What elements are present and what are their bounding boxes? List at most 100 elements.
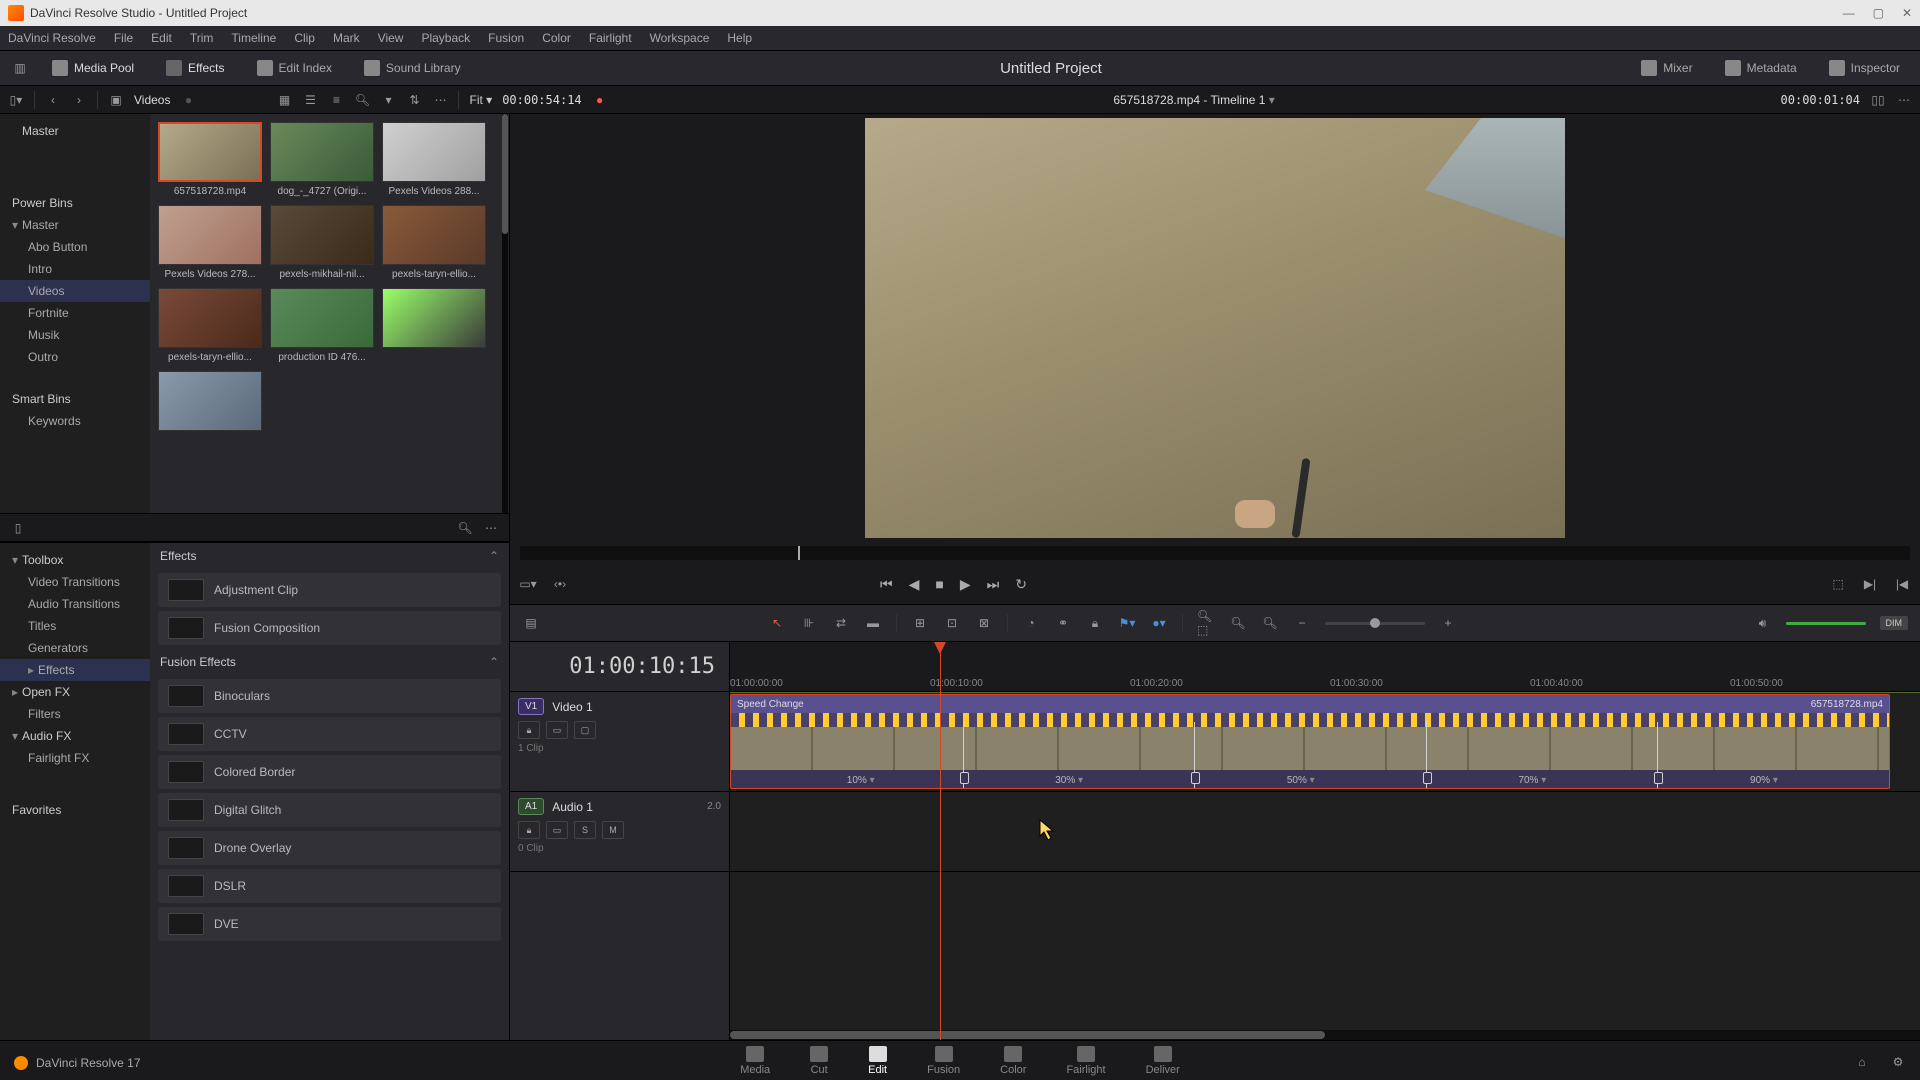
sound-library-button[interactable]: Sound Library: [356, 56, 469, 80]
go-last-icon[interactable]: |◀: [1894, 576, 1910, 592]
a1-mute[interactable]: M: [602, 821, 624, 839]
fxitem-dve[interactable]: DVE: [158, 907, 501, 941]
clip-thumb[interactable]: pexels-taryn-ellio...: [382, 205, 486, 280]
menu-clip[interactable]: Clip: [294, 31, 315, 45]
clip-thumb[interactable]: production ID 476...: [270, 288, 374, 363]
loop-button[interactable]: ↻: [1015, 576, 1027, 593]
lock-tool[interactable]: 🔒︎: [1086, 614, 1104, 632]
insert-tool[interactable]: ⊞: [911, 614, 929, 632]
fxitem-droneoverlay[interactable]: Drone Overlay: [158, 831, 501, 865]
video-frame[interactable]: [865, 118, 1565, 538]
timeline-tracks[interactable]: 01:00:00:0001:00:10:0001:00:20:0001:00:3…: [730, 642, 1920, 1040]
overwrite-tool[interactable]: ⊡: [943, 614, 961, 632]
clip-thumb[interactable]: pexels-mikhail-nil...: [270, 205, 374, 280]
openfx[interactable]: ▸Open FX: [0, 681, 150, 703]
timeline-ruler[interactable]: 01:00:00:0001:00:10:0001:00:20:0001:00:3…: [730, 642, 1920, 692]
menu-mark[interactable]: Mark: [333, 31, 360, 45]
timeline-view-icon[interactable]: ▤: [522, 614, 540, 632]
scrollbar-thumb[interactable]: [502, 114, 508, 234]
playhead[interactable]: [940, 642, 941, 1040]
menu-edit[interactable]: Edit: [151, 31, 172, 45]
audiofx-fairlightfx[interactable]: Fairlight FX: [0, 747, 150, 769]
zoom-slider[interactable]: [1325, 622, 1425, 625]
menu-view[interactable]: View: [378, 31, 404, 45]
effects-button[interactable]: Effects: [158, 56, 232, 80]
speed-handle[interactable]: [963, 722, 964, 788]
media-pool-button[interactable]: Media Pool: [44, 56, 142, 80]
timeline-title[interactable]: 657518728.mp4 - Timeline 1: [1113, 93, 1265, 107]
clip-thumb[interactable]: [158, 371, 262, 435]
go-end-icon[interactable]: ▶|: [1862, 576, 1878, 592]
bin-abobutton[interactable]: Abo Button: [0, 236, 150, 258]
volume-icon[interactable]: 🔊︎: [1754, 614, 1772, 632]
step-back-button[interactable]: ◀: [909, 576, 920, 593]
v1-enable[interactable]: ▭: [546, 721, 568, 739]
match-frame-icon[interactable]: ‹•›: [552, 576, 568, 592]
fxitem-coloredborder[interactable]: Colored Border: [158, 755, 501, 789]
timeline-timecode[interactable]: 01:00:10:15: [510, 642, 729, 692]
panel-icon[interactable]: ▯▾: [8, 92, 24, 108]
smartbin-keywords[interactable]: Keywords: [0, 410, 150, 432]
page-deliver[interactable]: Deliver: [1146, 1046, 1180, 1076]
speed-label[interactable]: 30% ▾: [1055, 775, 1083, 786]
volume-slider[interactable]: [1786, 622, 1866, 625]
stop-button[interactable]: ■: [935, 576, 943, 592]
fusion-effects-heading[interactable]: Fusion Effects⌃: [150, 649, 509, 675]
layout-icon[interactable]: ▥: [12, 60, 28, 76]
fx-videotransitions[interactable]: Video Transitions: [0, 571, 150, 593]
more2-icon[interactable]: ⋯: [1896, 92, 1912, 108]
v1-select[interactable]: ▢: [574, 721, 596, 739]
menu-timeline[interactable]: Timeline: [231, 31, 276, 45]
viewer-scrubber[interactable]: [520, 546, 1910, 560]
minimize-button[interactable]: —: [1843, 6, 1855, 20]
clip-thumb[interactable]: [382, 288, 486, 363]
toolbox[interactable]: ▾Toolbox: [0, 549, 150, 571]
speed-handle[interactable]: [1426, 722, 1427, 788]
more-icon[interactable]: ⋯: [432, 92, 448, 108]
flag-tool[interactable]: ⚑▾: [1118, 614, 1136, 632]
fx-search-icon[interactable]: 🔍︎: [457, 520, 473, 536]
openfx-filters[interactable]: Filters: [0, 703, 150, 725]
speed-label[interactable]: 90% ▾: [1750, 775, 1778, 786]
viewer-opt1-icon[interactable]: ⬚: [1830, 576, 1846, 592]
speed-label[interactable]: 10% ▾: [847, 775, 875, 786]
speed-label[interactable]: 70% ▾: [1518, 775, 1546, 786]
track-lane-v1[interactable]: Speed Change657518728.mp4 10% ▾30% ▾50% …: [730, 692, 1920, 792]
fxitem-cctv[interactable]: CCTV: [158, 717, 501, 751]
zoom-in-icon[interactable]: +: [1439, 614, 1457, 632]
track-header-a1[interactable]: A1Audio 12.0 🔒︎▭SM 0 Clip: [510, 792, 729, 872]
bin-intro[interactable]: Intro: [0, 258, 150, 280]
page-color[interactable]: Color: [1000, 1046, 1026, 1076]
page-edit[interactable]: Edit: [868, 1046, 887, 1076]
fxitem-binoculars[interactable]: Binoculars: [158, 679, 501, 713]
a1-tag[interactable]: A1: [518, 798, 544, 815]
fx-effects[interactable]: ▸Effects: [0, 659, 150, 681]
fx-titles[interactable]: Titles: [0, 615, 150, 637]
nav-fwd-icon[interactable]: ›: [71, 92, 87, 108]
fx-more-icon[interactable]: ⋯: [483, 520, 499, 536]
edit-index-button[interactable]: Edit Index: [249, 56, 340, 80]
timeline-title-chev-icon[interactable]: ▾: [1269, 93, 1275, 107]
mixer-button[interactable]: Mixer: [1633, 56, 1700, 80]
clip-v1[interactable]: Speed Change657518728.mp4 10% ▾30% ▾50% …: [730, 694, 1890, 789]
clip-thumb[interactable]: 657518728.mp4: [158, 122, 262, 197]
master-bin[interactable]: Master: [0, 120, 150, 142]
favorites[interactable]: Favorites: [0, 799, 150, 821]
replace-tool[interactable]: ⊠: [975, 614, 993, 632]
nav-back-icon[interactable]: ‹: [45, 92, 61, 108]
zoom-full-icon[interactable]: 🔍︎: [1261, 614, 1279, 632]
viewer-mode-icon[interactable]: ▭▾: [520, 576, 536, 592]
clip-thumb[interactable]: Pexels Videos 278...: [158, 205, 262, 280]
clip-thumb[interactable]: dog_-_4727 (Origi...: [270, 122, 374, 197]
step-fwd-button[interactable]: ⏭: [987, 576, 1000, 593]
bin-icon[interactable]: ▣: [108, 92, 124, 108]
clip-thumb[interactable]: pexels-taryn-ellio...: [158, 288, 262, 363]
menu-davinciresolve[interactable]: DaVinci Resolve: [8, 31, 96, 45]
thumb-view-icon[interactable]: ▦: [276, 92, 292, 108]
marker-tool[interactable]: ●▾: [1150, 614, 1168, 632]
a1-enable[interactable]: ▭: [546, 821, 568, 839]
bin-master[interactable]: ▾Master: [0, 214, 150, 236]
fxitem-digitalglitch[interactable]: Digital Glitch: [158, 793, 501, 827]
zoom-window-icon[interactable]: 🔍︎⬚: [1197, 614, 1215, 632]
a1-solo[interactable]: S: [574, 821, 596, 839]
